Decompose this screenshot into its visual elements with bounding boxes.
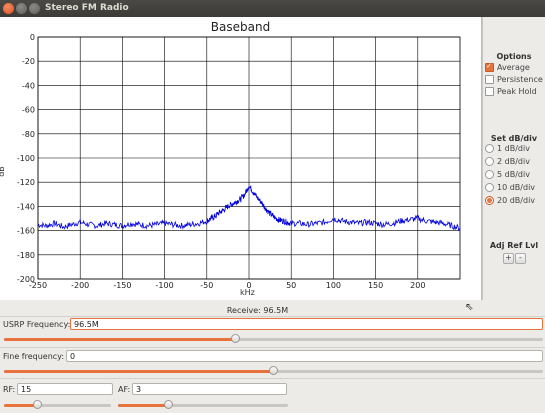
usrp-frequency-input[interactable]: 96.5M bbox=[70, 318, 543, 330]
slider-fill bbox=[118, 404, 169, 407]
fine-frequency-input[interactable]: 0 bbox=[66, 350, 543, 362]
radio-10-db[interactable]: 10 dB/div bbox=[485, 182, 535, 193]
spectrum-plot-panel: 0 -20 -40 -60 -80 -100 -120 -140 -160 -180 -200 -25… bbox=[0, 17, 482, 300]
radio-1-db[interactable]: 1 dB/div bbox=[485, 143, 530, 154]
y-tick-label: -60 bbox=[22, 106, 35, 115]
y-axis-label: dB bbox=[0, 166, 6, 177]
option-average[interactable]: Average bbox=[485, 62, 530, 73]
x-tick-label: 100 bbox=[326, 281, 341, 290]
options-title: Options bbox=[496, 52, 532, 61]
option-label: Persistence bbox=[497, 75, 543, 84]
option-label: Peak Hold bbox=[497, 87, 537, 96]
fine-frequency-label: Fine frequency: bbox=[3, 352, 65, 361]
option-persistence[interactable]: Persistence bbox=[485, 74, 543, 85]
y-tick-label: -120 bbox=[17, 178, 35, 187]
fine-frequency-slider[interactable] bbox=[4, 366, 543, 375]
x-tick-label: -200 bbox=[71, 281, 89, 290]
peak-hold-checkbox[interactable] bbox=[485, 87, 494, 96]
radio-label: 2 dB/div bbox=[497, 157, 530, 166]
option-label: Average bbox=[497, 63, 530, 72]
separator bbox=[0, 347, 545, 348]
window-close-button[interactable] bbox=[3, 3, 14, 14]
radio-label: 5 dB/div bbox=[497, 170, 530, 179]
db-div-title: Set dB/div bbox=[490, 134, 538, 143]
x-tick-label: 200 bbox=[410, 281, 425, 290]
y-tick-label: 0 bbox=[30, 33, 35, 42]
x-axis-label: kHz bbox=[240, 288, 255, 297]
af-gain-label: AF: bbox=[118, 385, 131, 394]
radio-label: 1 dB/div bbox=[497, 144, 530, 153]
rf-gain-slider[interactable] bbox=[4, 400, 111, 409]
slider-handle[interactable] bbox=[33, 400, 43, 409]
x-tick-label: 50 bbox=[286, 281, 296, 290]
radio-20-db[interactable]: 20 dB/div bbox=[485, 195, 535, 206]
y-tick-label: -80 bbox=[22, 130, 35, 139]
ref-level-plus-button[interactable]: + bbox=[503, 253, 514, 264]
usrp-frequency-slider[interactable] bbox=[4, 334, 543, 343]
radio-5-db-button[interactable] bbox=[485, 170, 494, 179]
radio-10-db-button[interactable] bbox=[485, 183, 494, 192]
x-tick-label: -250 bbox=[29, 281, 47, 290]
mouse-cursor-icon: ⇖ bbox=[465, 302, 474, 313]
usrp-frequency-label: USRP Frequency: bbox=[3, 320, 71, 329]
slider-fill bbox=[4, 338, 236, 341]
x-tick-label: 150 bbox=[368, 281, 383, 290]
radio-1-db-button[interactable] bbox=[485, 144, 494, 153]
option-peak-hold[interactable]: Peak Hold bbox=[485, 86, 537, 97]
radio-2-db-button[interactable] bbox=[485, 157, 494, 166]
plot-title: Baseband bbox=[210, 20, 271, 34]
ref-level-minus-button[interactable]: - bbox=[515, 253, 526, 264]
adj-ref-title: Adj Ref Lvl bbox=[489, 241, 539, 250]
x-tick-label: -50 bbox=[200, 281, 213, 290]
rf-gain-label: RF: bbox=[3, 385, 16, 394]
window-minimize-button[interactable] bbox=[16, 3, 27, 14]
options-panel: Options Average Persistence Peak Hold Se… bbox=[482, 17, 545, 300]
y-tick-label: -160 bbox=[17, 227, 35, 236]
separator bbox=[0, 316, 545, 317]
y-tick-label: -180 bbox=[17, 251, 35, 260]
average-checkbox[interactable] bbox=[485, 62, 494, 72]
radio-label: 10 dB/div bbox=[497, 183, 536, 192]
af-gain-input[interactable]: 3 bbox=[132, 383, 287, 395]
y-tick-label: -40 bbox=[22, 81, 35, 90]
slider-handle[interactable] bbox=[268, 366, 278, 375]
af-gain-slider[interactable] bbox=[118, 400, 288, 409]
separator bbox=[0, 378, 545, 379]
radio-2-db[interactable]: 2 dB/div bbox=[485, 156, 530, 167]
receive-status: Receive: 96.5M bbox=[226, 306, 289, 315]
rf-gain-input[interactable]: 15 bbox=[17, 383, 113, 395]
y-tick-label: -20 bbox=[22, 57, 35, 66]
x-tick-label: -100 bbox=[156, 281, 174, 290]
radio-label: 20 dB/div bbox=[497, 196, 536, 205]
x-tick-label: -150 bbox=[113, 281, 131, 290]
slider-handle[interactable] bbox=[164, 400, 173, 409]
title-bar[interactable]: Stereo FM Radio bbox=[0, 0, 545, 17]
radio-20-db-button[interactable] bbox=[485, 196, 494, 205]
radio-5-db[interactable]: 5 dB/div bbox=[485, 169, 530, 180]
spectrum-plot: 0 -20 -40 -60 -80 -100 -120 -140 -160 -180 -200 -25… bbox=[17, 33, 461, 290]
window-maximize-button[interactable] bbox=[29, 3, 40, 14]
persistence-checkbox[interactable] bbox=[485, 75, 494, 84]
window-title: Stereo FM Radio bbox=[45, 3, 129, 13]
slider-fill bbox=[4, 370, 274, 373]
y-tick-label: -140 bbox=[17, 202, 35, 211]
y-tick-label: -100 bbox=[17, 154, 35, 163]
slider-handle[interactable] bbox=[230, 334, 240, 343]
